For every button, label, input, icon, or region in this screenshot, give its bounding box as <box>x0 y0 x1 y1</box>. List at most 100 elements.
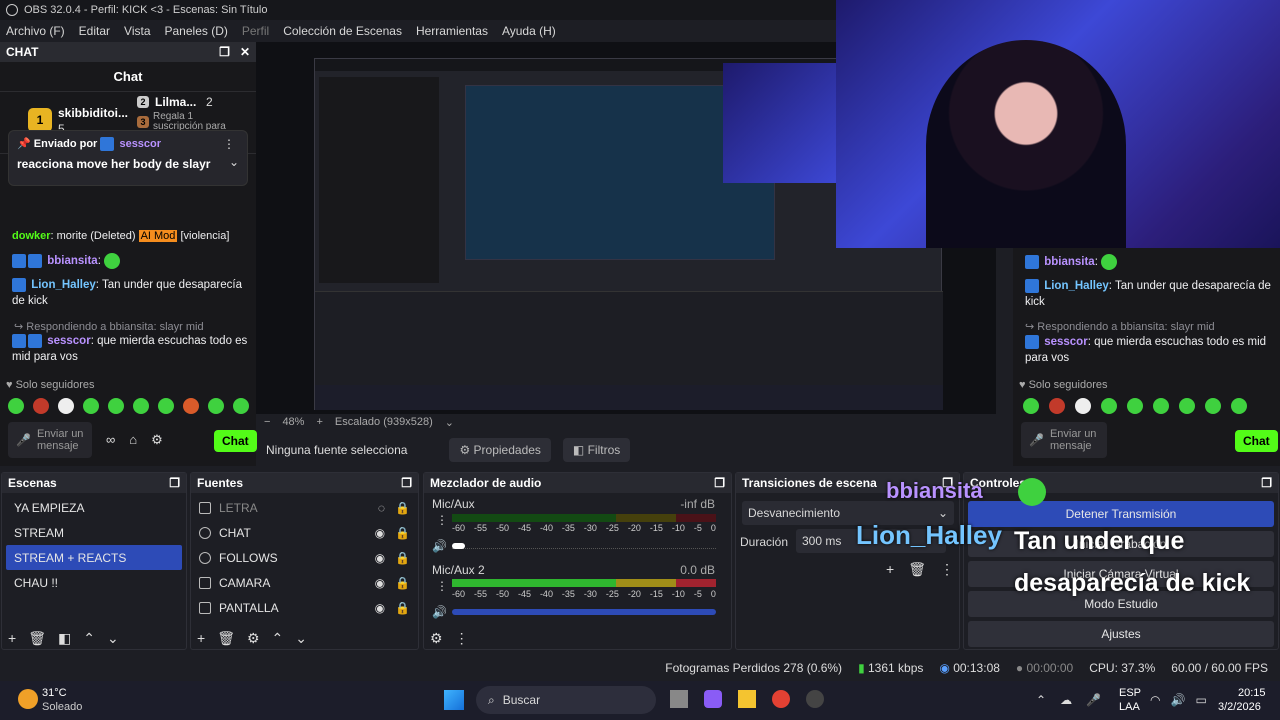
emote-icon[interactable] <box>8 398 24 414</box>
clock-time[interactable]: 20:15 <box>1238 687 1266 699</box>
emote-icon[interactable] <box>183 398 199 414</box>
gear-icon[interactable]: ⚙ <box>430 630 443 647</box>
emote-icon[interactable] <box>133 398 149 414</box>
lang-secondary[interactable]: LAA <box>1119 701 1140 713</box>
weather-temp[interactable]: 31°C <box>42 687 67 699</box>
float-icon[interactable]: ❐ <box>219 45 230 59</box>
menu-docks[interactable]: Paneles (D) <box>165 24 228 38</box>
more-icon[interactable]: ⋮ <box>940 561 954 578</box>
source-item[interactable]: LETRA ◌ 🔒 <box>191 495 418 520</box>
menu-file[interactable]: Archivo (F) <box>6 24 65 38</box>
scene-item-selected[interactable]: STREAM + REACTS <box>6 545 182 570</box>
emote-icon[interactable] <box>33 398 49 414</box>
float-icon[interactable]: ❐ <box>1261 476 1272 490</box>
speaker-icon[interactable]: 🔊 <box>432 605 447 619</box>
lang-primary[interactable]: ESP <box>1119 687 1141 699</box>
chrome-icon[interactable] <box>772 690 790 708</box>
emote-icon[interactable] <box>83 398 99 414</box>
task-view-icon[interactable] <box>670 690 688 708</box>
mic-icon[interactable]: 🎤 <box>1086 693 1101 707</box>
battery-icon[interactable]: ▭ <box>1195 693 1206 707</box>
source-item[interactable]: FOLLOWS ◉ 🔒 <box>191 545 418 570</box>
weather-icon[interactable] <box>18 689 38 709</box>
add-icon[interactable]: + <box>8 630 16 647</box>
menu-profile[interactable]: Perfil <box>242 24 269 38</box>
emote-icon[interactable] <box>208 398 224 414</box>
chevron-down-icon[interactable]: ⌄ <box>445 416 454 429</box>
lock-icon[interactable]: 🔒 <box>395 576 410 590</box>
emote-picker-icon[interactable]: ∞ <box>106 432 115 448</box>
float-icon[interactable]: ❐ <box>401 476 412 490</box>
cloud-icon[interactable]: ☁ <box>1060 693 1072 707</box>
mic-icon[interactable]: 🎤 <box>16 433 31 447</box>
add-icon[interactable]: + <box>197 630 205 647</box>
chevron-down-icon[interactable]: ⌄ <box>229 155 239 169</box>
lock-icon[interactable]: 🔒 <box>395 526 410 540</box>
menu-help[interactable]: Ayuda (H) <box>502 24 556 38</box>
menu-tools[interactable]: Herramientas <box>416 24 488 38</box>
file-explorer-icon[interactable] <box>738 690 756 708</box>
scene-item[interactable]: YA EMPIEZA <box>6 495 182 520</box>
menu-scene-collection[interactable]: Colección de Escenas <box>283 24 402 38</box>
weather-desc[interactable]: Soleado <box>42 701 82 713</box>
gear-icon[interactable]: ⚙ <box>151 432 163 448</box>
speaker-icon[interactable]: 🔊 <box>432 539 447 553</box>
more-icon[interactable]: ⋮ <box>436 579 448 593</box>
chevron-up-icon[interactable]: ⌃ <box>272 630 284 647</box>
emote-icon[interactable] <box>108 398 124 414</box>
chevron-down-icon[interactable]: ⌄ <box>107 630 119 647</box>
more-icon[interactable]: ⋮ <box>455 630 469 647</box>
more-icon[interactable]: ⋮ <box>223 137 235 151</box>
mic-aux-2-volume-slider[interactable] <box>452 609 716 615</box>
chevron-up-icon[interactable]: ⌃ <box>83 630 95 647</box>
menu-edit[interactable]: Editar <box>79 24 110 38</box>
copilot-icon[interactable] <box>704 690 722 708</box>
chat-input[interactable]: 🎤 Enviar un mensaje <box>8 422 92 458</box>
windows-start-icon[interactable] <box>444 690 464 710</box>
eye-icon[interactable]: ◉ <box>375 601 385 615</box>
emote-icon[interactable] <box>158 398 174 414</box>
zoom-level[interactable]: 48% <box>282 416 304 428</box>
obs-icon[interactable] <box>806 690 824 708</box>
eye-icon[interactable]: ◉ <box>375 551 385 565</box>
scaling-label[interactable]: Escalado (939x528) <box>335 416 433 428</box>
gear-icon[interactable]: ⚙ <box>247 630 260 647</box>
zoom-out-button[interactable]: − <box>264 416 270 428</box>
scene-item[interactable]: STREAM <box>6 520 182 545</box>
eye-icon[interactable]: ◉ <box>375 526 385 540</box>
store-icon[interactable]: ⌂ <box>129 432 137 448</box>
filters-button[interactable]: ◧ Filtros <box>562 438 631 462</box>
menu-view[interactable]: Vista <box>124 24 150 38</box>
source-item[interactable]: PANTALLA ◉ 🔒 <box>191 595 418 620</box>
scene-item[interactable]: CHAU !! <box>6 570 182 595</box>
lock-icon[interactable]: 🔒 <box>395 601 410 615</box>
properties-button[interactable]: ⚙ Propiedades <box>449 438 551 462</box>
eye-hidden-icon[interactable]: ◌ <box>378 501 385 515</box>
zoom-in-button[interactable]: + <box>316 416 322 428</box>
mic-aux-volume-slider[interactable] <box>452 543 716 549</box>
emote-icon[interactable] <box>233 398 249 414</box>
wifi-icon[interactable]: ◠ <box>1150 693 1160 707</box>
chevron-up-icon[interactable]: ⌃ <box>1036 693 1046 707</box>
source-item[interactable]: CHAT ◉ 🔒 <box>191 520 418 545</box>
clock-date[interactable]: 3/2/2026 <box>1218 701 1261 713</box>
emote-icon[interactable] <box>58 398 74 414</box>
lock-icon[interactable]: 🔒 <box>395 501 410 515</box>
source-item[interactable]: CAMARA ◉ 🔒 <box>191 570 418 595</box>
filter-icon[interactable]: ◧ <box>58 630 71 647</box>
float-icon[interactable]: ❐ <box>714 476 725 490</box>
add-icon[interactable]: + <box>886 561 894 578</box>
float-icon[interactable]: ❐ <box>169 476 180 490</box>
trash-icon[interactable]: 🗑 <box>908 561 926 578</box>
eye-icon[interactable]: ◉ <box>375 576 385 590</box>
taskbar-search[interactable]: ⌕ Buscar <box>476 686 656 714</box>
settings-button[interactable]: Ajustes <box>968 621 1274 647</box>
more-icon[interactable]: ⋮ <box>436 513 448 527</box>
trash-icon[interactable]: 🗑 <box>28 630 46 647</box>
lock-icon[interactable]: 🔒 <box>395 551 410 565</box>
chevron-down-icon[interactable]: ⌄ <box>295 630 307 647</box>
chat-send-button[interactable]: Chat <box>214 430 257 452</box>
trash-icon[interactable]: 🗑 <box>217 630 235 647</box>
volume-icon[interactable]: 🔊 <box>1170 693 1185 707</box>
close-icon[interactable]: ✕ <box>240 45 250 59</box>
